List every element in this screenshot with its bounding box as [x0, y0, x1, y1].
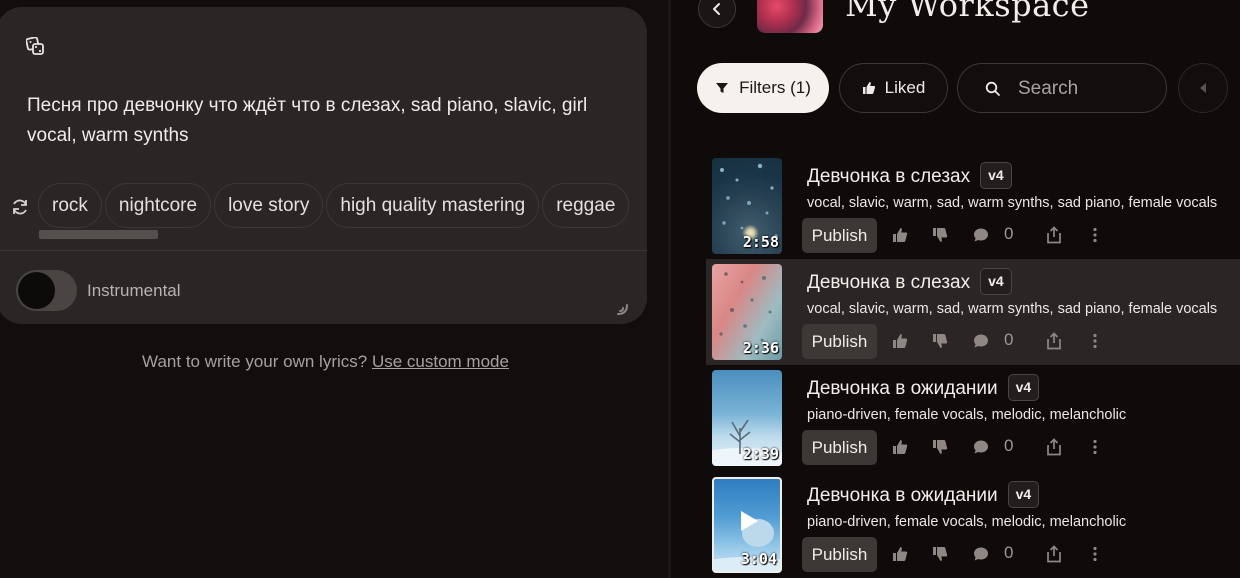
create-panel: Песня про девчонку что ждёт что в слезах… — [0, 0, 668, 578]
track-row[interactable]: 3:04 Девчонка в ожидании v4 piano-driven,… — [706, 472, 1240, 578]
thumbs-down-icon[interactable] — [931, 545, 949, 563]
comment-count: 0 — [1004, 330, 1014, 349]
toggle-knob — [18, 272, 55, 309]
version-badge: v4 — [980, 268, 1012, 295]
version-badge: v4 — [1007, 481, 1040, 508]
share-icon[interactable] — [1045, 332, 1063, 350]
track-cover[interactable]: 2:39 — [712, 370, 782, 466]
publish-button[interactable]: Publish — [802, 537, 877, 572]
instrumental-toggle[interactable] — [16, 270, 77, 311]
tags-scrollbar[interactable] — [39, 230, 158, 239]
style-tag[interactable]: love story — [214, 183, 324, 228]
workspace-cover — [757, 0, 823, 33]
comment-icon[interactable] — [972, 332, 990, 350]
liked-button[interactable]: Liked — [839, 63, 948, 113]
custom-mode-prefix: Want to write your own lyrics? — [142, 352, 368, 371]
refresh-icon[interactable] — [10, 197, 30, 217]
comment-icon[interactable] — [972, 545, 990, 563]
thumbs-up-icon — [862, 82, 875, 94]
publish-button[interactable]: Publish — [802, 218, 877, 253]
thumbs-down-icon[interactable] — [931, 226, 949, 244]
thumbs-up-icon[interactable] — [891, 545, 909, 563]
panel-separator[interactable] — [668, 0, 671, 578]
publish-button[interactable]: Publish — [802, 324, 877, 359]
comment-icon[interactable] — [972, 438, 990, 456]
track-cover[interactable]: 2:36 — [712, 264, 782, 360]
track-duration: 3:04 — [740, 550, 777, 568]
liked-label: Liked — [884, 78, 926, 97]
prompt-card: Песня про девчонку что ждёт что в слезах… — [0, 7, 647, 324]
track-title-line: Девчонка в ожидании v4 — [807, 374, 1040, 401]
share-icon[interactable] — [1045, 545, 1063, 563]
track-duration: 2:39 — [742, 445, 779, 463]
thumbs-up-icon[interactable] — [891, 332, 909, 350]
track-tags: piano-driven, female vocals, melodic, me… — [807, 514, 1127, 530]
back-arrow-icon — [713, 3, 720, 15]
back-button[interactable] — [698, 0, 736, 28]
prompt-textarea[interactable]: Песня про девчонку что ждёт что в слезах… — [27, 91, 607, 151]
track-cover[interactable]: 2:58 — [712, 158, 782, 254]
track-row[interactable]: 2:58 Девчонка в слезах v4 vocal, slavic, … — [706, 153, 1240, 259]
thumbs-down-icon[interactable] — [931, 332, 949, 350]
track-duration: 2:36 — [742, 339, 779, 357]
divider — [0, 250, 647, 251]
chevron-left-icon — [1200, 83, 1206, 93]
track-tags: vocal, slavic, warm, sad, warm synths, s… — [807, 195, 1218, 211]
more-icon[interactable] — [1086, 545, 1104, 563]
share-icon[interactable] — [1045, 226, 1063, 244]
track-row[interactable]: 2:39 Девчонка в ожидании v4 piano-driven,… — [706, 365, 1240, 471]
style-tag[interactable]: rock — [38, 183, 102, 228]
track-row[interactable]: 2:36 Девчонка в слезах v4 vocal, slavic, … — [706, 259, 1240, 365]
track-duration: 2:58 — [742, 233, 779, 251]
track-tags: piano-driven, female vocals, melodic, me… — [807, 407, 1127, 423]
publish-button[interactable]: Publish — [802, 430, 877, 465]
custom-mode-link[interactable]: Use custom mode — [372, 352, 509, 371]
version-badge: v4 — [980, 162, 1012, 189]
track-title-line: Девчонка в ожидании v4 — [807, 481, 1040, 508]
comment-icon[interactable] — [972, 226, 990, 244]
instrumental-label: Instrumental — [87, 281, 181, 300]
dice-icon[interactable] — [26, 37, 44, 55]
track-title[interactable]: Девчонка в ожидании — [807, 485, 998, 506]
search-icon — [985, 81, 1000, 96]
style-tag[interactable]: high quality mastering — [326, 183, 540, 228]
more-icon[interactable] — [1086, 332, 1104, 350]
thumbs-up-icon[interactable] — [891, 438, 909, 456]
play-icon[interactable] — [738, 509, 760, 533]
resize-icon[interactable] — [614, 301, 630, 317]
filter-icon — [716, 83, 729, 93]
more-icon[interactable] — [1086, 438, 1104, 456]
scroll-left-button[interactable] — [1178, 63, 1228, 113]
track-title[interactable]: Девчонка в слезах — [807, 272, 970, 293]
track-title[interactable]: Девчонка в ожидании — [807, 378, 998, 399]
filters-button[interactable]: Filters (1) — [697, 63, 829, 113]
track-title-line: Девчонка в слезах v4 — [807, 162, 1012, 189]
comment-count: 0 — [1004, 436, 1014, 455]
filters-label: Filters (1) — [739, 78, 811, 97]
share-icon[interactable] — [1045, 438, 1063, 456]
track-title-line: Девчонка в слезах v4 — [807, 268, 1012, 295]
style-tag[interactable]: reggae — [542, 183, 630, 228]
version-badge: v4 — [1007, 374, 1040, 401]
comment-count: 0 — [1004, 224, 1014, 243]
workspace-title: My Workspace — [845, 0, 1090, 24]
custom-mode-hint: Want to write your own lyrics? Use custo… — [0, 352, 651, 372]
style-tag[interactable]: nightcore — [104, 183, 212, 228]
track-tags: vocal, slavic, warm, sad, warm synths, s… — [807, 301, 1218, 317]
search-box[interactable] — [957, 63, 1167, 113]
thumbs-up-icon[interactable] — [891, 226, 909, 244]
search-input[interactable] — [1018, 76, 1158, 102]
style-tags: rock nightcore love story high quality mast… — [38, 183, 643, 230]
track-title[interactable]: Девчонка в слезах — [807, 166, 970, 187]
thumbs-down-icon[interactable] — [931, 438, 949, 456]
comment-count: 0 — [1004, 543, 1014, 562]
more-icon[interactable] — [1086, 226, 1104, 244]
track-cover[interactable]: 3:04 — [712, 477, 782, 573]
